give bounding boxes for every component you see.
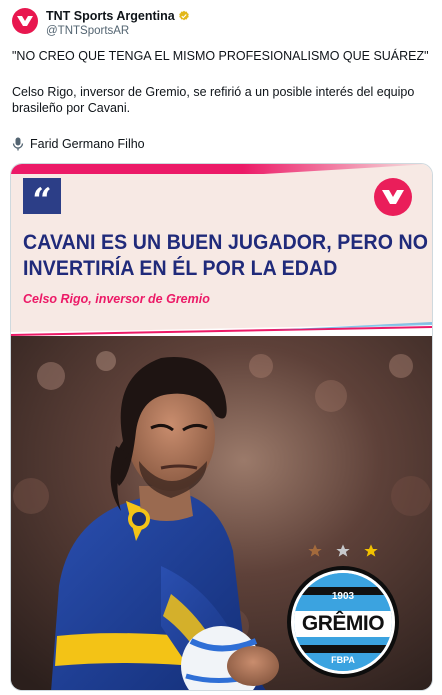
- tweet-media-image[interactable]: “ CAVANI ES UN BUEN JUGADOR, PERO NO INV…: [10, 163, 433, 691]
- author-names: TNT Sports Argentina @TNTSportsAR: [46, 8, 190, 38]
- gremio-stars: [307, 543, 379, 559]
- gremio-year: 1903: [331, 591, 355, 602]
- banner-bottom-stripe: [11, 322, 432, 336]
- media-byline: Celso Rigo, inversor de Gremio: [23, 292, 210, 306]
- headline-line-2: INVERTIRÍA EN ÉL POR LA EDAD: [23, 257, 338, 280]
- gremio-name: GRÊMIO: [294, 611, 392, 637]
- display-name-text[interactable]: TNT Sports Argentina: [46, 8, 175, 24]
- author-display-name[interactable]: TNT Sports Argentina: [46, 8, 190, 24]
- audio-credit-name: Farid Germano Filho: [30, 137, 145, 151]
- gold-star-icon: [364, 544, 378, 557]
- tweet-header: TNT Sports Argentina @TNTSportsAR: [12, 8, 422, 44]
- headline-banner: “ CAVANI ES UN BUEN JUGADOR, PERO NO INV…: [11, 164, 432, 336]
- quote-mark-glyph: “: [32, 181, 52, 221]
- gremio-fbpa: FBPA: [331, 655, 355, 665]
- verified-badge-icon: [178, 10, 189, 21]
- microphone-icon: [12, 137, 24, 151]
- silver-star-icon: [336, 544, 350, 557]
- gremio-crest-inner: 1903 GRÊMIO FBPA: [291, 570, 395, 674]
- tweet-quote-line: "NO CREO QUE TENGA EL MISMO PROFESIONALI…: [12, 49, 429, 63]
- tnt-logo-icon[interactable]: [12, 8, 38, 34]
- quote-mark-badge: “: [23, 178, 61, 218]
- headline-line-1: CAVANI ES UN BUEN JUGADOR, PERO NO: [23, 231, 429, 254]
- gremio-crest: 1903 GRÊMIO FBPA: [287, 566, 399, 678]
- media-headline: CAVANI ES UN BUEN JUGADOR, PERO NO INVER…: [23, 230, 429, 282]
- tweet-body-text: Celso Rigo, inversor de Gremio, se refir…: [12, 85, 415, 115]
- tnt-sports-logo-icon: [374, 178, 412, 216]
- banner-top-stripe: [11, 164, 432, 174]
- player-photo: 1903 GRÊMIO FBPA: [11, 336, 432, 690]
- bronze-star-icon: [308, 544, 322, 557]
- author-handle[interactable]: @TNTSportsAR: [46, 24, 190, 38]
- audio-credit: Farid Germano Filho: [12, 137, 145, 151]
